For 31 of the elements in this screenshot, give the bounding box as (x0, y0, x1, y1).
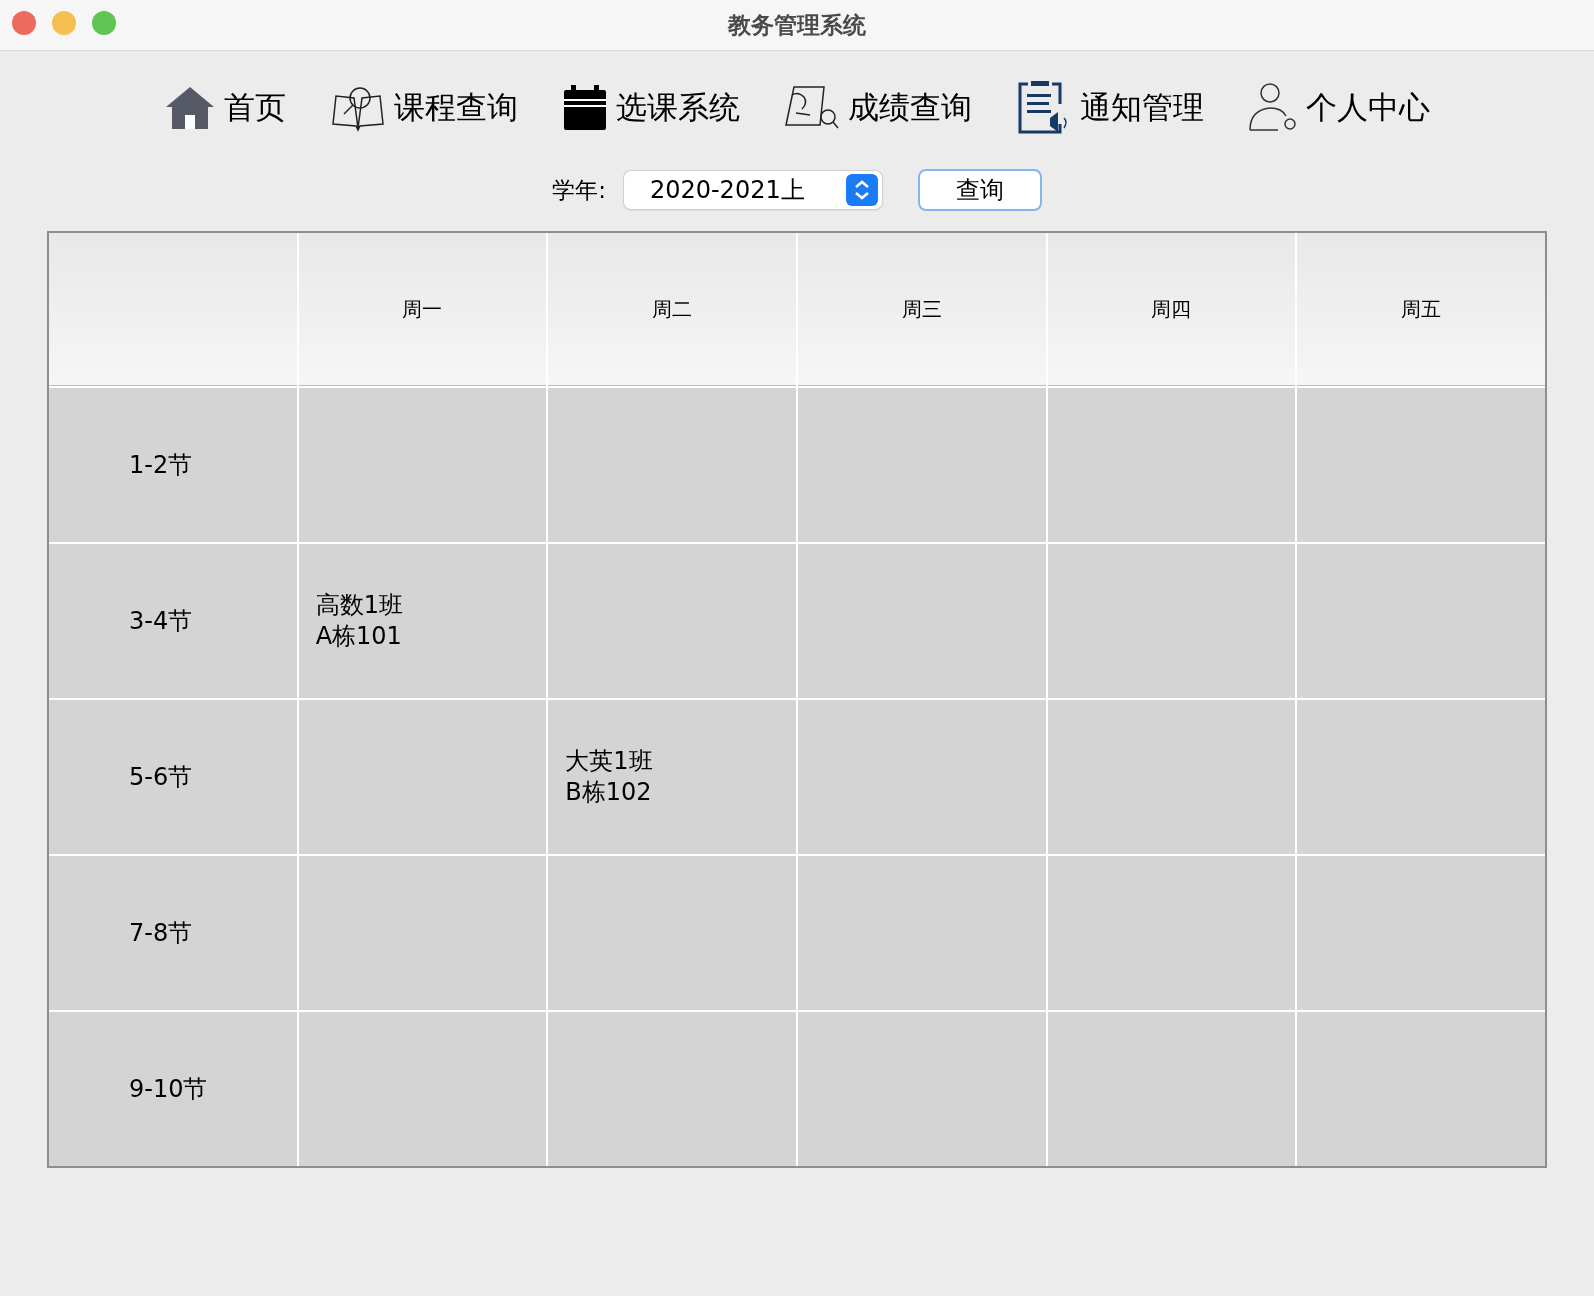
house-icon (164, 85, 216, 131)
minimize-button[interactable] (52, 11, 76, 35)
calendar-icon (562, 84, 608, 132)
period-cell: 1-2节 (49, 388, 297, 542)
period-cell: 7-8节 (49, 856, 297, 1010)
zoom-button[interactable] (92, 11, 116, 35)
period-cell: 9-10节 (49, 1012, 297, 1166)
nav-item[interactable]: 选课系统 (562, 84, 740, 132)
window-title: 教务管理系统 (728, 10, 866, 40)
close-button[interactable] (12, 11, 36, 35)
book-search-icon (330, 84, 386, 132)
nav-item[interactable]: 首页 (164, 85, 286, 131)
nav-item[interactable]: 课程查询 (330, 84, 518, 132)
header-cell: 周一 (298, 233, 547, 386)
period-cell: 3-4节 (49, 544, 297, 698)
query-button[interactable]: 查询 (917, 169, 1042, 211)
nav-item[interactable]: 个人中心 (1248, 82, 1430, 134)
table-cell: 高数1班 A栋101 (298, 544, 547, 698)
header-cell: 周四 (1047, 233, 1296, 386)
user-settings-icon (1248, 82, 1298, 134)
year-label: 学年: (552, 175, 606, 205)
year-select[interactable]: 2020-2021上 (623, 171, 882, 209)
header-cell: 周二 (548, 233, 796, 386)
header-cell: 周五 (1297, 233, 1545, 386)
header-cell: 周三 (798, 233, 1046, 386)
stepper-icon (845, 174, 878, 206)
document-search-icon (784, 85, 840, 131)
nav-item[interactable]: 成绩查询 (784, 85, 972, 131)
period-cell: 5-6节 (49, 700, 297, 854)
nav-item[interactable]: 通知管理 (1016, 80, 1204, 136)
table-cell: 大英1班 B栋102 (548, 700, 796, 854)
